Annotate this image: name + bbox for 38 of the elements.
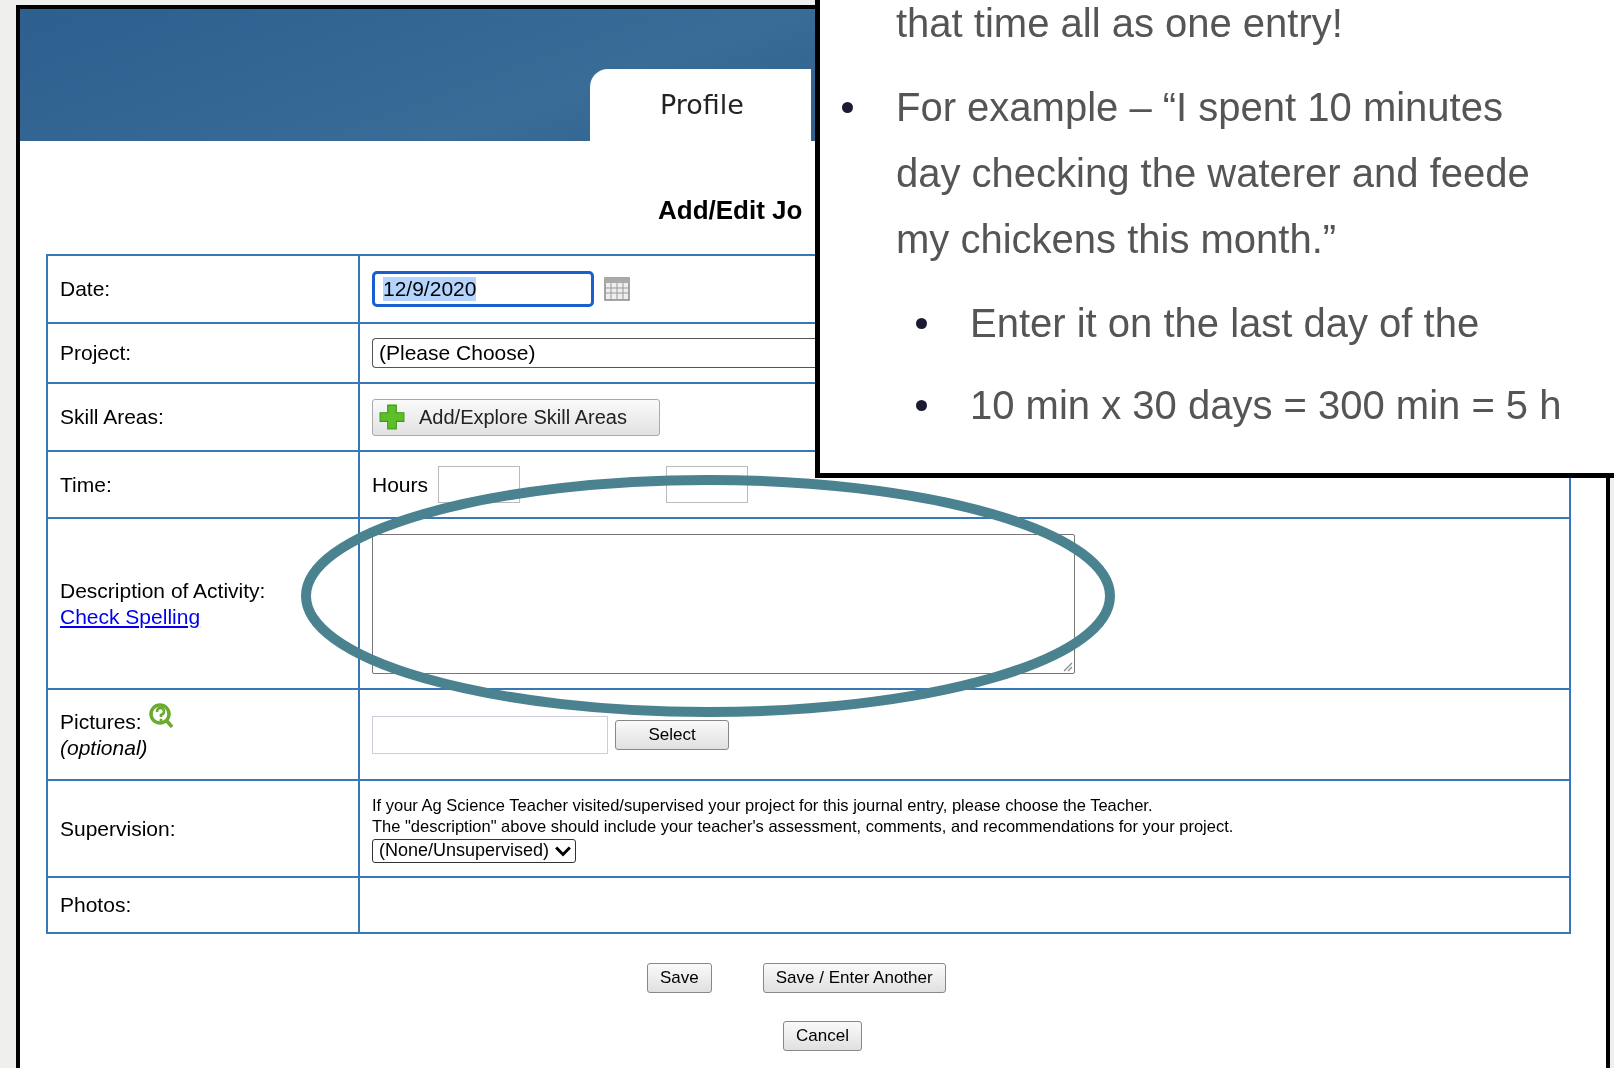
supervision-select[interactable]: (None/Unsupervised) [372,838,577,863]
project-select[interactable]: (Please Choose) [372,338,815,368]
supervision-text: The "description" above should include your teacher's assessment, comments, and recommendations for your project. [372,815,1235,837]
callout-text: day checking the waterer and feede [896,150,1530,197]
bullet-icon [842,102,853,113]
form-title: Add/Edit Jo [658,195,803,226]
help-icon[interactable] [147,701,174,728]
cancel-button[interactable]: Cancel [783,1021,862,1051]
field-label: Skill Areas: [60,405,164,428]
calendar-icon[interactable] [604,277,630,301]
save-button[interactable]: Save / Enter Another [762,963,946,993]
select-button[interactable]: Select [615,719,729,750]
callout-text: Enter it on the last day of the [970,300,1480,347]
callout-text: my chickens this month.” [896,216,1338,263]
save-button[interactable]: Save [647,963,712,993]
chevron-icon [555,844,572,857]
hours-label: Hours [372,472,429,497]
plus-icon [379,404,405,430]
add-skill-areas-button[interactable]: Add/Explore Skill Areas [372,398,660,436]
field-label: Description of Activity: [60,578,267,603]
callout-text: 10 min x 30 days = 300 min = 5 h [970,382,1562,429]
profile-tab[interactable]: Profile [590,69,811,141]
callout-text: For example – “I spent 10 minutes [896,84,1504,131]
picture-file-field[interactable] [372,715,608,754]
callout-text: that time all as one entry! [896,0,1344,46]
field-label: Project: [60,341,132,364]
description-textarea[interactable] [372,533,1075,674]
bullet-icon [916,317,927,329]
field-label: Date: [60,277,111,300]
field-label: Photos: [60,893,132,916]
bullet-icon [916,399,927,411]
field-label: Pictures: [60,709,142,734]
supervision-text: If your Ag Science Teacher visited/supervised your project for this journal entry, please choose the Teacher. [372,794,1154,816]
field-label: Time: [60,472,112,496]
date-field[interactable]: 12/9/2020 [372,271,594,307]
check-spelling-link[interactable]: Check Spelling [60,604,358,629]
field-label: Supervision: [60,816,176,840]
optional-note: (optional) [60,735,149,760]
